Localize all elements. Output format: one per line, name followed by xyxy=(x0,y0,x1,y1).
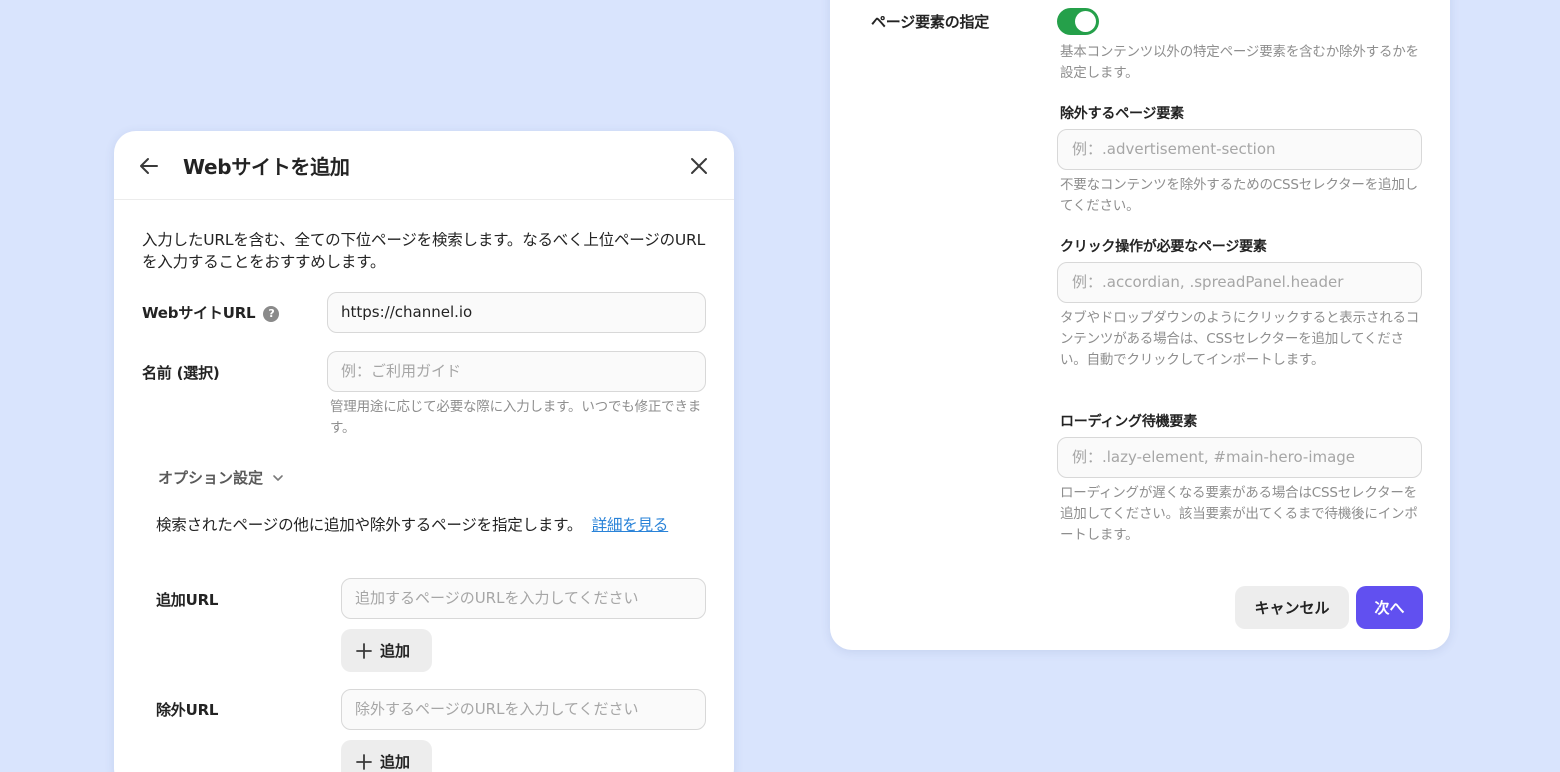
exclude-elements-hint: 不要なコンテンツを除外するためのCSSセレクターを追加してください。 xyxy=(1060,177,1418,214)
plus-icon xyxy=(356,753,372,770)
exclude-elements-input[interactable]: 例：.advertisement-section xyxy=(1057,129,1422,170)
back-button[interactable] xyxy=(136,153,162,179)
website-url-input[interactable]: https://channel.io xyxy=(327,292,706,333)
exclude-url-add-button-label: 追加 xyxy=(380,753,411,771)
page-elements-label: ページ要素の指定 xyxy=(871,13,990,31)
add-url-label: 追加URL xyxy=(156,591,219,609)
exclude-elements-label: 除外するページ要素 xyxy=(1060,106,1184,122)
next-button[interactable]: 次へ xyxy=(1356,586,1423,629)
close-icon xyxy=(691,158,707,174)
loading-elements-hint: ローディングが遅くなる要素がある場合はCSSセレクターを追加してください。該当要… xyxy=(1060,485,1418,543)
name-hint: 管理用途に応じて必要な際に入力します。いつでも修正できます。 xyxy=(330,399,702,436)
options-description: 検索されたページの他に追加や除外するページを指定します。 詳細を見る xyxy=(156,514,716,537)
options-toggle[interactable]: オプション設定 xyxy=(158,467,285,488)
add-website-dialog: Webサイトを追加 入力したURLを含む、全ての下位ページを検索します。なるべく… xyxy=(114,131,734,772)
exclude-url-input[interactable]: 除外するページのURLを入力してください xyxy=(341,689,706,730)
chevron-down-icon xyxy=(273,474,283,481)
page-elements-toggle[interactable] xyxy=(1057,8,1099,35)
plus-icon xyxy=(356,642,372,659)
loading-elements-input[interactable]: 例：.lazy-element, #main-hero-image xyxy=(1057,437,1422,478)
name-label: 名前 (選択) xyxy=(142,364,220,382)
click-elements-label: クリック操作が必要なページ要素 xyxy=(1060,239,1267,255)
close-button[interactable] xyxy=(686,153,712,179)
exclude-url-label: 除外URL xyxy=(156,701,219,719)
advanced-settings-dialog: ページ要素の指定 基本コンテンツ以外の特定ページ要素を含むか除外するかを設定しま… xyxy=(830,0,1450,650)
add-url-button-label: 追加 xyxy=(380,642,411,660)
click-elements-hint: タブやドロップダウンのようにクリックすると表示されるコンテンツがある場合は、CS… xyxy=(1060,310,1420,368)
learn-more-link[interactable]: 詳細を見る xyxy=(592,516,669,534)
click-elements-input[interactable]: 例：.accordian, .spreadPanel.header xyxy=(1057,262,1422,303)
question-icon[interactable]: ? xyxy=(263,306,280,322)
website-url-label: WebサイトURL? xyxy=(142,302,280,323)
cancel-button[interactable]: キャンセル xyxy=(1235,586,1349,629)
add-url-input[interactable]: 追加するページのURLを入力してください xyxy=(341,578,706,619)
dialog-title: Webサイトを追加 xyxy=(183,155,350,179)
name-input[interactable]: 例：ご利用ガイド xyxy=(327,351,706,392)
add-url-button[interactable]: 追加 xyxy=(341,629,432,672)
arrow-left-icon xyxy=(140,158,158,174)
options-label: オプション設定 xyxy=(158,469,264,487)
loading-elements-label: ローディング待機要素 xyxy=(1060,414,1198,430)
dialog-description: 入力したURLを含む、全ての下位ページを検索します。なるべく上位ページのURLを… xyxy=(142,231,706,271)
page-elements-hint: 基本コンテンツ以外の特定ページ要素を含むか除外するかを設定します。 xyxy=(1060,44,1419,81)
exclude-url-add-button[interactable]: 追加 xyxy=(341,740,432,772)
website-url-label-text: WebサイトURL xyxy=(142,304,256,322)
options-description-text: 検索されたページの他に追加や除外するページを指定します。 xyxy=(156,516,583,534)
dialog-header: Webサイトを追加 xyxy=(114,131,734,200)
toggle-knob xyxy=(1075,11,1096,32)
